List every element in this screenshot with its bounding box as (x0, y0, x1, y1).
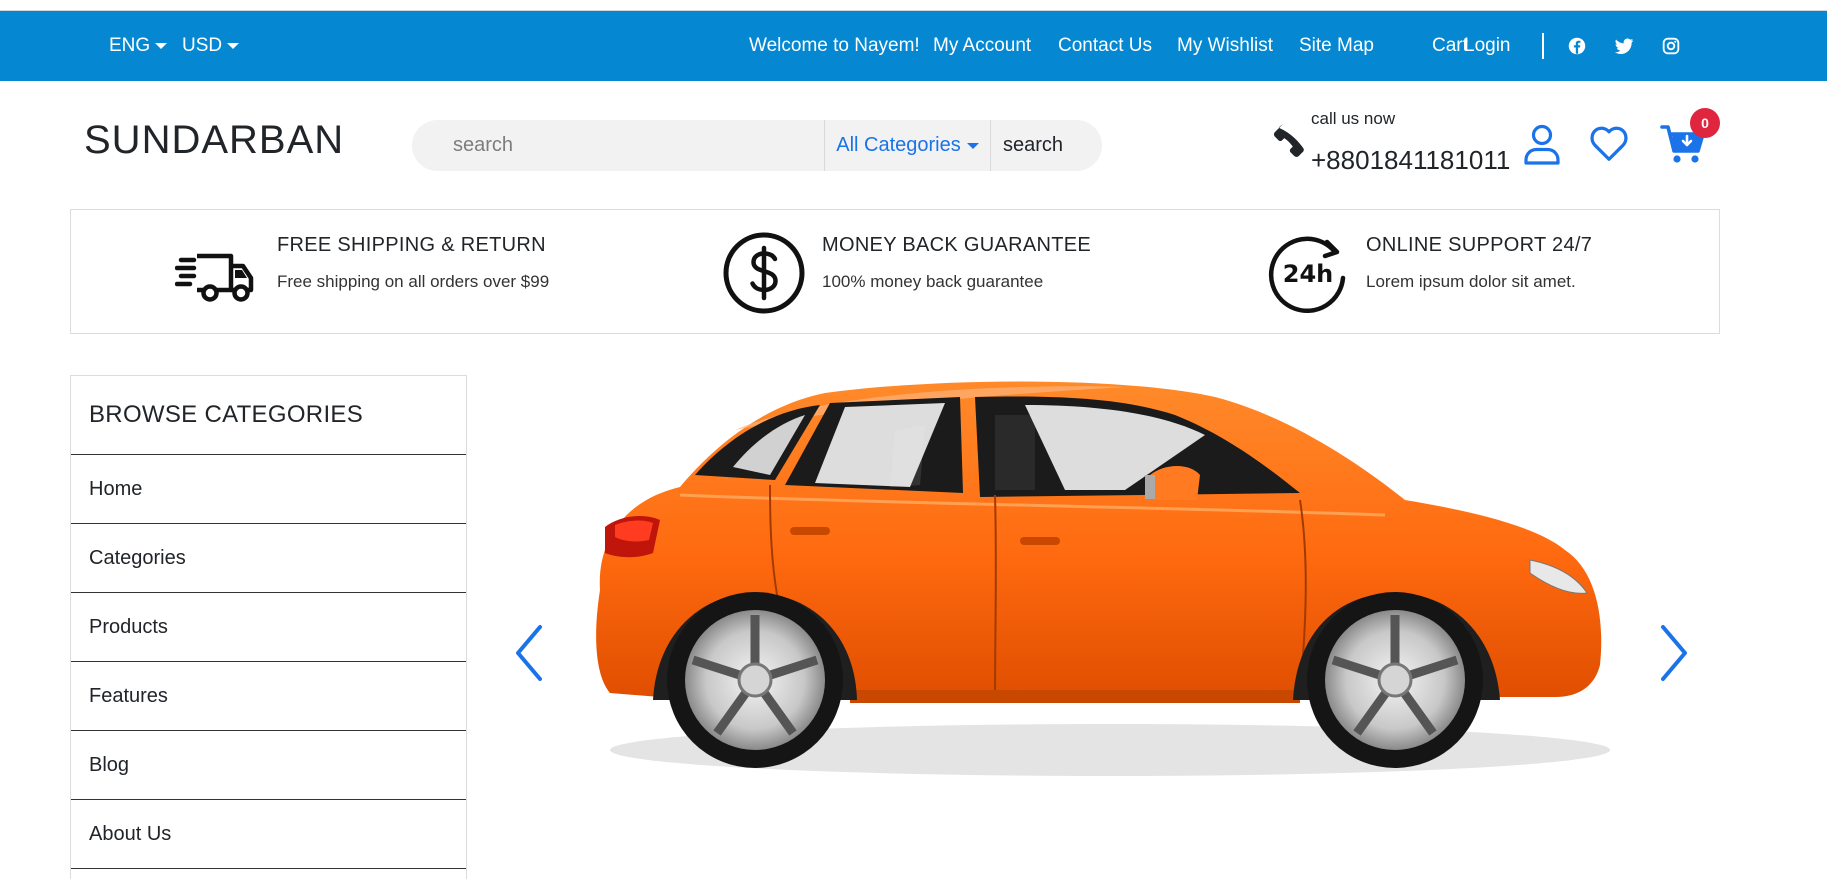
site-map-link[interactable]: Site Map (1299, 35, 1374, 57)
category-select-label: All Categories (836, 134, 961, 156)
language-dropdown[interactable]: ENG (109, 35, 168, 57)
search-bar: All Categories search (412, 120, 1102, 171)
search-button[interactable]: search (991, 120, 1102, 171)
chevron-down-icon (227, 43, 240, 49)
category-item-home[interactable]: Home (71, 455, 466, 524)
login-link[interactable]: Login (1464, 35, 1511, 57)
phone-number[interactable]: +8801841181011 (1311, 145, 1510, 176)
site-logo[interactable]: SUNDARBAN (84, 118, 344, 163)
browse-categories-title: BROWSE CATEGORIES (71, 376, 466, 455)
slider-next-arrow[interactable] (1653, 623, 1693, 683)
instagram-icon[interactable] (1660, 35, 1682, 57)
user-icon[interactable] (1520, 122, 1564, 166)
hero-slider (500, 375, 1720, 805)
language-label: ENG (109, 35, 151, 56)
category-item-categories[interactable]: Categories (71, 524, 466, 593)
category-select[interactable]: All Categories (824, 120, 991, 171)
feature-title: FREE SHIPPING & RETURN (277, 234, 546, 256)
top-bar: ENG USD Welcome to Nayem! My Account Con… (0, 11, 1827, 81)
browser-top-edge (0, 0, 1827, 11)
rear-wheel (667, 592, 843, 768)
twitter-icon[interactable] (1613, 35, 1635, 57)
welcome-text: Welcome to Nayem! (749, 35, 920, 56)
category-item-blog[interactable]: Blog (71, 731, 466, 800)
category-item-features[interactable]: Features (71, 662, 466, 731)
features-strip: FREE SHIPPING & RETURN Free shipping on … (70, 209, 1720, 334)
category-item-products[interactable]: Products (71, 593, 466, 662)
call-us-label: call us now (1311, 109, 1396, 128)
chevron-down-icon (155, 43, 168, 49)
category-item-about-us[interactable]: About Us (71, 800, 466, 869)
heart-icon[interactable] (1588, 122, 1630, 166)
dollar-icon (723, 232, 805, 314)
feature-description: Lorem ipsum dolor sit amet. (1366, 272, 1576, 291)
my-wishlist-link[interactable]: My Wishlist (1177, 35, 1273, 57)
currency-dropdown[interactable]: USD (182, 35, 240, 57)
delivery-truck-icon (175, 253, 254, 302)
orange-hatchback-car-image (596, 381, 1610, 776)
my-account-link[interactable]: My Account (933, 35, 1031, 57)
browse-categories-panel: BROWSE CATEGORIES Home Categories Produc… (70, 375, 467, 879)
phone-icon (1273, 124, 1304, 157)
divider (1542, 33, 1544, 59)
svg-text:24h: 24h (1283, 260, 1333, 288)
feature-description: Free shipping on all orders over $99 (277, 272, 550, 291)
front-wheel (1307, 592, 1483, 768)
24h-icon: 24h (1268, 236, 1346, 314)
currency-label: USD (182, 35, 223, 56)
cart-link[interactable]: Cart (1432, 35, 1468, 57)
cart-count-badge: 0 (1690, 108, 1720, 138)
feature-description: 100% money back guarantee (822, 272, 1044, 291)
feature-title: MONEY BACK GUARANTEE (822, 234, 1092, 256)
facebook-icon[interactable] (1566, 35, 1588, 57)
feature-title: ONLINE SUPPORT 24/7 (1366, 234, 1593, 256)
slider-prev-arrow[interactable] (510, 623, 550, 683)
chevron-down-icon (966, 142, 979, 149)
search-input[interactable] (412, 120, 824, 171)
contact-us-link[interactable]: Contact Us (1058, 35, 1152, 57)
